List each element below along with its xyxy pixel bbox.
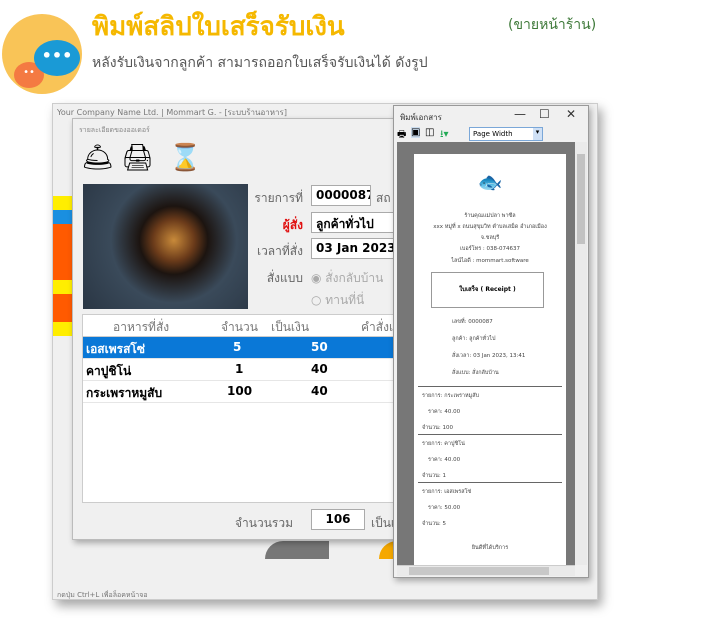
order-row-strip[interactable] bbox=[53, 308, 73, 322]
zoom-select[interactable]: Page Width ▾ bbox=[469, 127, 543, 141]
receipt-qty: จำนวน: 100 bbox=[422, 425, 454, 431]
serve-icon[interactable]: 🛎 bbox=[81, 141, 114, 175]
item-qty: 5 bbox=[233, 340, 242, 354]
customer-field[interactable]: ลูกค้าทั่วไป bbox=[311, 212, 403, 233]
item-name: คาปูชิโน่ bbox=[86, 364, 132, 378]
column-header[interactable]: คำสั่งเ bbox=[361, 318, 393, 337]
status-bar: กดปุ่ม Ctrl+L เพื่อล็อคหน้าจอ bbox=[57, 591, 148, 599]
receipt-footer: ยินดีที่ได้บริการ bbox=[471, 545, 509, 551]
close-button[interactable]: ✕ bbox=[566, 107, 576, 121]
item-qty: 100 bbox=[227, 384, 253, 398]
page-title: พิมพ์สลิปใบเสร็จรับเงิน bbox=[92, 12, 345, 42]
order-no-field: 0000087 bbox=[311, 185, 371, 206]
total-label: จำนวนรวม bbox=[234, 516, 293, 530]
divider bbox=[418, 482, 562, 483]
order-row-strip[interactable] bbox=[53, 294, 73, 308]
order-row-strip[interactable] bbox=[53, 238, 73, 252]
time-field: 03 Jan 2023, 13 bbox=[311, 238, 403, 259]
item-amount: 50 bbox=[311, 340, 328, 354]
printer-icon[interactable]: 🖨 bbox=[121, 141, 154, 175]
receipt-info: สั่งแบบ: สั่งกลับบ้าน bbox=[452, 370, 499, 376]
receipt-price: ราคา: 40.00 bbox=[428, 409, 461, 415]
divider bbox=[418, 434, 562, 435]
order-row-strip[interactable] bbox=[53, 210, 73, 224]
order-items-table: อาหารที่สั่ง จำนวน เป็นเงิน คำสั่งเ เอสเ… bbox=[82, 314, 403, 503]
dialog-title: รายละเอียดของออเดอร์ bbox=[79, 126, 150, 134]
chat-logo-icon: •• ••• bbox=[2, 14, 82, 94]
two-page-icon[interactable]: ◫ bbox=[425, 127, 434, 138]
maximize-button[interactable]: ☐ bbox=[539, 107, 550, 121]
print-preview-window: พิมพ์เอกสาร — ☐ ✕ 🖶 ▣ ◫ ⭳▾ Page Width ▾ 🐟… bbox=[393, 105, 589, 578]
scroll-thumb[interactable] bbox=[409, 567, 549, 575]
order-row-strip[interactable] bbox=[53, 224, 73, 238]
divider bbox=[418, 386, 562, 387]
hourglass-icon[interactable]: ⌛ bbox=[169, 141, 201, 175]
receipt-info: ลูกค้า: ลูกค้าทั่วไป bbox=[452, 336, 496, 342]
time-label: เวลาที่สั่ง bbox=[256, 244, 303, 258]
order-row-strip[interactable] bbox=[53, 252, 73, 266]
item-name: กระเพราหมูสับ bbox=[86, 386, 163, 400]
order-row-strip[interactable] bbox=[53, 280, 73, 294]
total-qty-field: 106 bbox=[311, 509, 365, 530]
order-no-label: รายการที่ bbox=[254, 191, 303, 205]
order-detail-dialog: รายละเอียดของออเดอร์ 🛎 🖨 ⌛ รายการที่ 000… bbox=[72, 118, 403, 540]
receipt-qty: จำนวน: 5 bbox=[422, 521, 447, 527]
shop-name: ร้านคุณแม่ปลา พาซีล bbox=[464, 213, 516, 219]
radio-takeaway[interactable]: ◉ สั่งกลับบ้าน bbox=[311, 269, 383, 288]
item-name: เอสเพรสโซ่ bbox=[86, 342, 146, 356]
page-subtitle: หลังรับเงินจากลูกค้า สามารถออกใบเสร็จรับ… bbox=[92, 55, 428, 71]
receipt-item: รายการ: เอสเพรสโซ่ bbox=[422, 489, 472, 495]
receipt-qty: จำนวน: 1 bbox=[422, 473, 447, 479]
shop-address: xxx หมู่ที่ x ถนนสุขุมวิท ตำบลเสม็ด อำเภ… bbox=[433, 224, 547, 230]
table-header: อาหารที่สั่ง จำนวน เป็นเงิน คำสั่งเ bbox=[83, 315, 403, 337]
minimize-button[interactable]: — bbox=[514, 107, 526, 121]
vertical-scrollbar[interactable] bbox=[575, 142, 587, 565]
receipt-info: เลขที่: 0000087 bbox=[452, 319, 493, 325]
preview-area: 🐟 ร้านคุณแม่ปลา พาซีล xxx หมู่ที่ x ถนนส… bbox=[397, 142, 575, 565]
order-row-strip[interactable] bbox=[53, 266, 73, 280]
table-row[interactable]: คาปูชิโน่ 1 40 bbox=[83, 359, 403, 381]
big-bubble: ••• bbox=[34, 40, 80, 76]
horizontal-scrollbar[interactable] bbox=[397, 565, 575, 576]
product-image bbox=[83, 184, 248, 309]
scroll-thumb[interactable] bbox=[577, 154, 585, 244]
receipt-price: ราคา: 40.00 bbox=[428, 457, 461, 463]
table-row[interactable]: กระเพราหมูสับ 100 40 bbox=[83, 381, 403, 403]
column-header[interactable]: เป็นเงิน bbox=[271, 318, 309, 337]
receipt-page: 🐟 ร้านคุณแม่ปลา พาซีล xxx หมู่ที่ x ถนนส… bbox=[414, 154, 566, 565]
radio-dine-in[interactable]: ○ ทานที่นี่ bbox=[311, 291, 364, 310]
zoom-value: Page Width bbox=[473, 130, 513, 138]
receipt-info: สั่งเวลา: 03 Jan 2023, 13:41 bbox=[452, 353, 526, 359]
gauge-icon bbox=[265, 541, 329, 559]
item-qty: 1 bbox=[235, 362, 244, 376]
customer-label: ผู้สั่ง bbox=[282, 218, 303, 232]
window-title: พิมพ์เอกสาร bbox=[400, 113, 442, 122]
item-amount: 40 bbox=[311, 384, 328, 398]
column-header[interactable]: จำนวน bbox=[221, 318, 258, 337]
receipt-item: รายการ: คาปูชิโน่ bbox=[422, 441, 465, 447]
receipt-item: รายการ: กระเพราหมูสับ bbox=[422, 393, 480, 399]
order-row-strip[interactable] bbox=[53, 196, 73, 210]
shop-line: ไลน์ไอดี : mommart.software bbox=[451, 258, 529, 264]
receipt-heading-box: ใบเสร็จ ( Receipt ) bbox=[431, 272, 544, 308]
receipt-price: ราคา: 50.00 bbox=[428, 505, 461, 511]
order-row-strip[interactable] bbox=[53, 322, 73, 336]
item-amount: 40 bbox=[311, 362, 328, 376]
radio-label: สั่งกลับบ้าน bbox=[325, 271, 384, 285]
column-header[interactable]: อาหารที่สั่ง bbox=[113, 318, 169, 337]
chevron-down-icon[interactable]: ▾ bbox=[533, 128, 542, 140]
type-label: สั่งแบบ bbox=[266, 271, 303, 285]
single-page-icon[interactable]: ▣ bbox=[411, 127, 421, 138]
fish-logo-icon: 🐟 bbox=[477, 170, 503, 194]
shop-phone: เบอร์โทร : 038-074637 bbox=[460, 246, 520, 252]
section-tag: (ขายหน้าร้าน) bbox=[508, 17, 597, 33]
shop-province: จ.ชลบุรี bbox=[480, 235, 500, 241]
radio-label: ทานที่นี่ bbox=[325, 293, 365, 307]
table-row[interactable]: เอสเพรสโซ่ 5 50 bbox=[83, 337, 403, 359]
